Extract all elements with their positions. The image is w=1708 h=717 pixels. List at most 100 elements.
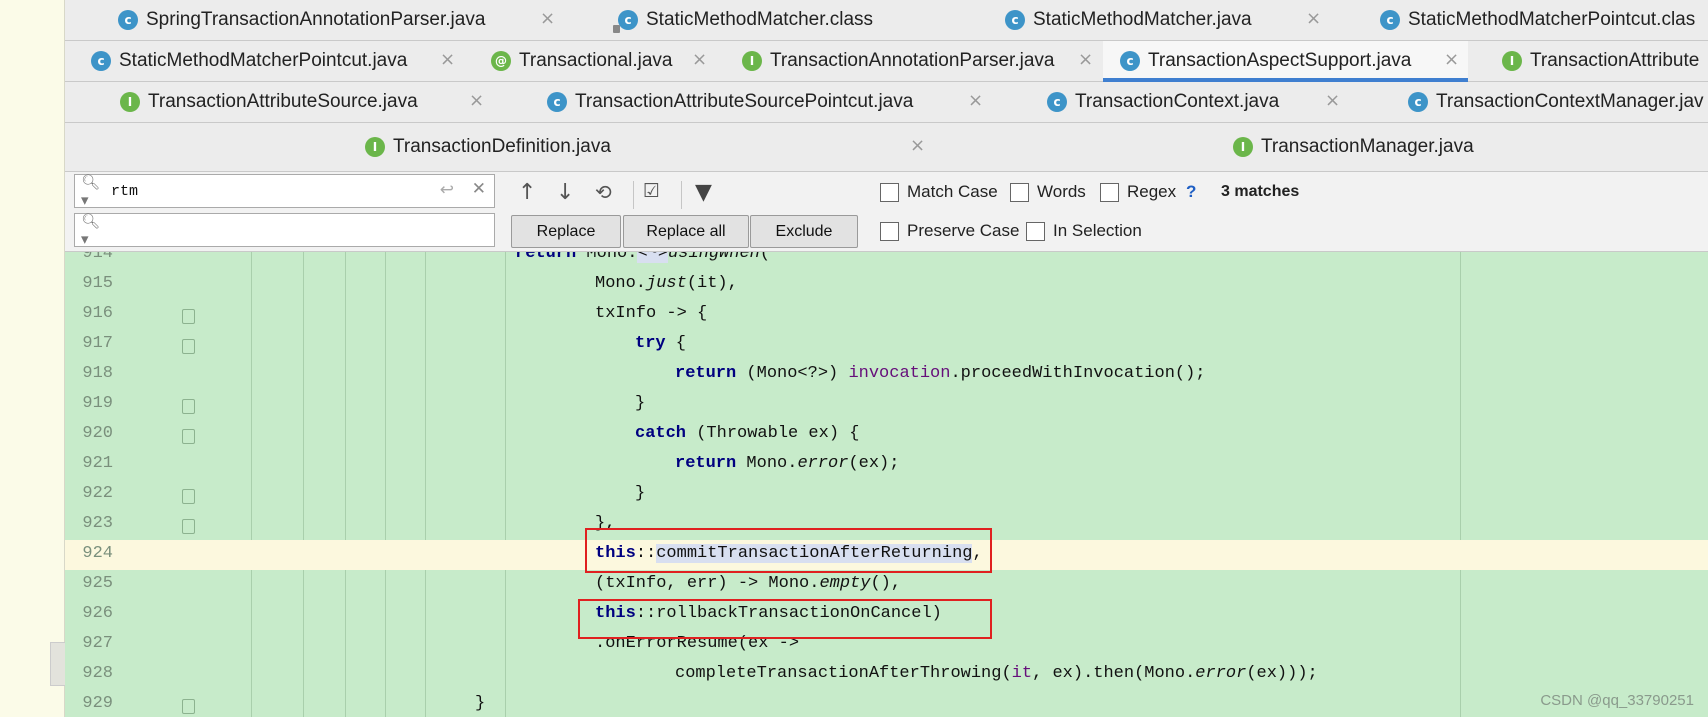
code-text: try { (635, 334, 686, 353)
code-line[interactable]: 917 try { (65, 330, 1708, 360)
checkbox-box[interactable] (1026, 221, 1045, 241)
line-number[interactable]: 926 (65, 604, 113, 623)
tab-transaction-annotation-parser[interactable]: I TransactionAnnotationParser.java (742, 41, 1054, 81)
checkbox-box[interactable] (1010, 182, 1029, 202)
words-checkbox[interactable]: Words (1010, 182, 1086, 202)
tab-transaction-attribute-source-pointcut[interactable]: c TransactionAttributeSourcePointcut.jav… (547, 82, 913, 122)
line-number[interactable]: 915 (65, 274, 113, 293)
checkbox-box[interactable] (880, 221, 899, 241)
tab-static-method-matcher[interactable]: c StaticMethodMatcher.java (1005, 0, 1252, 40)
tab-transaction-definition[interactable]: I TransactionDefinition.java (365, 123, 611, 171)
filter-icon[interactable]: ▼ (695, 180, 712, 205)
preserve-case-checkbox[interactable]: Preserve Case (880, 221, 1019, 241)
line-number[interactable]: 929 (65, 694, 113, 713)
code-line[interactable]: 918 return (Mono<?>) invocation.proceedWi… (65, 360, 1708, 390)
replace-button[interactable]: Replace (511, 215, 621, 248)
fold-marker-icon[interactable] (182, 339, 195, 354)
close-icon[interactable]: × (440, 49, 455, 70)
line-number[interactable]: 917 (65, 334, 113, 353)
code-token: error (797, 454, 849, 473)
fold-marker-icon[interactable] (182, 489, 195, 504)
close-icon[interactable]: × (1078, 49, 1093, 70)
code-line[interactable]: 915 Mono.just(it), (65, 270, 1708, 300)
select-all-occurrences-icon[interactable]: ⟲ (595, 180, 612, 204)
line-number[interactable]: 922 (65, 484, 113, 503)
tab-transaction-manager[interactable]: I TransactionManager.java (1233, 123, 1474, 171)
line-number[interactable]: 923 (65, 514, 113, 533)
tab-label: StaticMethodMatcherPointcut.clas (1408, 9, 1696, 30)
code-line[interactable]: 929} (65, 690, 1708, 717)
replace-all-button[interactable]: Replace all (623, 215, 749, 248)
tab-transaction-attribute[interactable]: I TransactionAttribute (1502, 41, 1699, 81)
close-icon[interactable]: × (1325, 90, 1340, 111)
fold-marker-icon[interactable] (182, 399, 195, 414)
close-icon[interactable]: × (910, 135, 925, 156)
code-line[interactable]: 925 (txInfo, err) -> Mono.empty(), (65, 570, 1708, 600)
code-editor[interactable]: 914 return Mono.<~>usingWhen(915 Mono.just… (65, 252, 1708, 717)
regex-help-link[interactable]: ? (1186, 182, 1196, 202)
regex-checkbox[interactable]: Regex (1100, 182, 1176, 202)
tab-transaction-context-manager[interactable]: c TransactionContextManager.jav (1408, 82, 1704, 122)
tab-transaction-attribute-source[interactable]: I TransactionAttributeSource.java (120, 82, 418, 122)
tab-static-method-matcher-class[interactable]: c StaticMethodMatcher.class (613, 0, 874, 40)
line-number[interactable]: 918 (65, 364, 113, 383)
lock-icon (613, 25, 620, 33)
tab-transactional[interactable]: @ Transactional.java (491, 41, 672, 81)
close-icon[interactable]: × (968, 90, 983, 111)
tab-static-method-matcher-pointcut-class[interactable]: c StaticMethodMatcherPointcut.clas (1380, 0, 1695, 40)
code-line[interactable]: 919} (65, 390, 1708, 420)
tab-label: TransactionAttribute (1530, 50, 1700, 71)
close-icon[interactable]: × (540, 8, 555, 29)
code-line[interactable]: 916 txInfo -> { (65, 300, 1708, 330)
new-line-icon[interactable]: ↩ (440, 180, 454, 200)
tab-spring-transaction-annotation-parser[interactable]: c SpringTransactionAnnotationParser.java (118, 0, 485, 40)
code-line[interactable]: 928 completeTransactionAfterThrowing(it, … (65, 660, 1708, 690)
checkbox-label: Regex (1127, 182, 1177, 201)
code-text: completeTransactionAfterThrowing(it, ex)… (675, 664, 1318, 683)
context-filter-icon[interactable]: ☑ (643, 180, 660, 202)
line-number[interactable]: 914 (65, 252, 113, 263)
fold-marker-icon[interactable] (182, 429, 195, 444)
search-input[interactable]: rtm (111, 183, 138, 200)
exclude-button[interactable]: Exclude (750, 215, 858, 248)
tab-transaction-context[interactable]: c TransactionContext.java (1047, 82, 1279, 122)
fold-marker-icon[interactable] (182, 309, 195, 324)
next-occurrence-icon[interactable]: ↓ (556, 180, 574, 205)
code-line[interactable]: 920 catch (Throwable ex) { (65, 420, 1708, 450)
line-number[interactable]: 920 (65, 424, 113, 443)
fold-marker-icon[interactable] (182, 519, 195, 534)
code-token: { (665, 334, 687, 353)
annotation-icon: @ (491, 51, 511, 71)
line-number[interactable]: 925 (65, 574, 113, 593)
search-field[interactable]: 🔍︎▾ rtm ↩ ✕ (74, 173, 495, 209)
tab-transaction-aspect-support[interactable]: c TransactionAspectSupport.java (1103, 41, 1468, 82)
code-line[interactable]: 922} (65, 480, 1708, 510)
checkbox-box[interactable] (1100, 182, 1119, 202)
line-number[interactable]: 921 (65, 454, 113, 473)
code-token: (), (870, 574, 902, 593)
line-number[interactable]: 924 (65, 544, 113, 563)
checkbox-box[interactable] (880, 182, 899, 202)
line-number[interactable]: 927 (65, 634, 113, 653)
close-icon[interactable]: × (1444, 49, 1459, 70)
previous-occurrence-icon[interactable]: ↑ (518, 180, 536, 205)
close-icon[interactable]: × (692, 49, 707, 70)
code-text: } (635, 394, 645, 413)
tab-static-method-matcher-pointcut[interactable]: c StaticMethodMatcherPointcut.java (91, 41, 407, 81)
line-number[interactable]: 916 (65, 304, 113, 323)
code-token: try (635, 334, 666, 353)
code-line[interactable]: 921 return Mono.error(ex); (65, 450, 1708, 480)
code-line[interactable]: 914 return Mono.<~>usingWhen( (65, 252, 1708, 270)
tab-label: StaticMethodMatcher.class (646, 9, 874, 30)
close-icon[interactable]: × (469, 90, 484, 111)
tab-row-1: c SpringTransactionAnnotationParser.java… (65, 0, 1708, 41)
in-selection-checkbox[interactable]: In Selection (1026, 221, 1142, 241)
fold-marker-icon[interactable] (182, 699, 195, 714)
replace-field[interactable]: 🔍︎▾ (74, 212, 495, 248)
tab-label: StaticMethodMatcher.java (1033, 9, 1252, 30)
line-number[interactable]: 919 (65, 394, 113, 413)
close-icon[interactable]: × (1306, 8, 1321, 29)
match-case-checkbox[interactable]: Match Case (880, 182, 998, 202)
line-number[interactable]: 928 (65, 664, 113, 683)
clear-icon[interactable]: ✕ (472, 179, 486, 199)
